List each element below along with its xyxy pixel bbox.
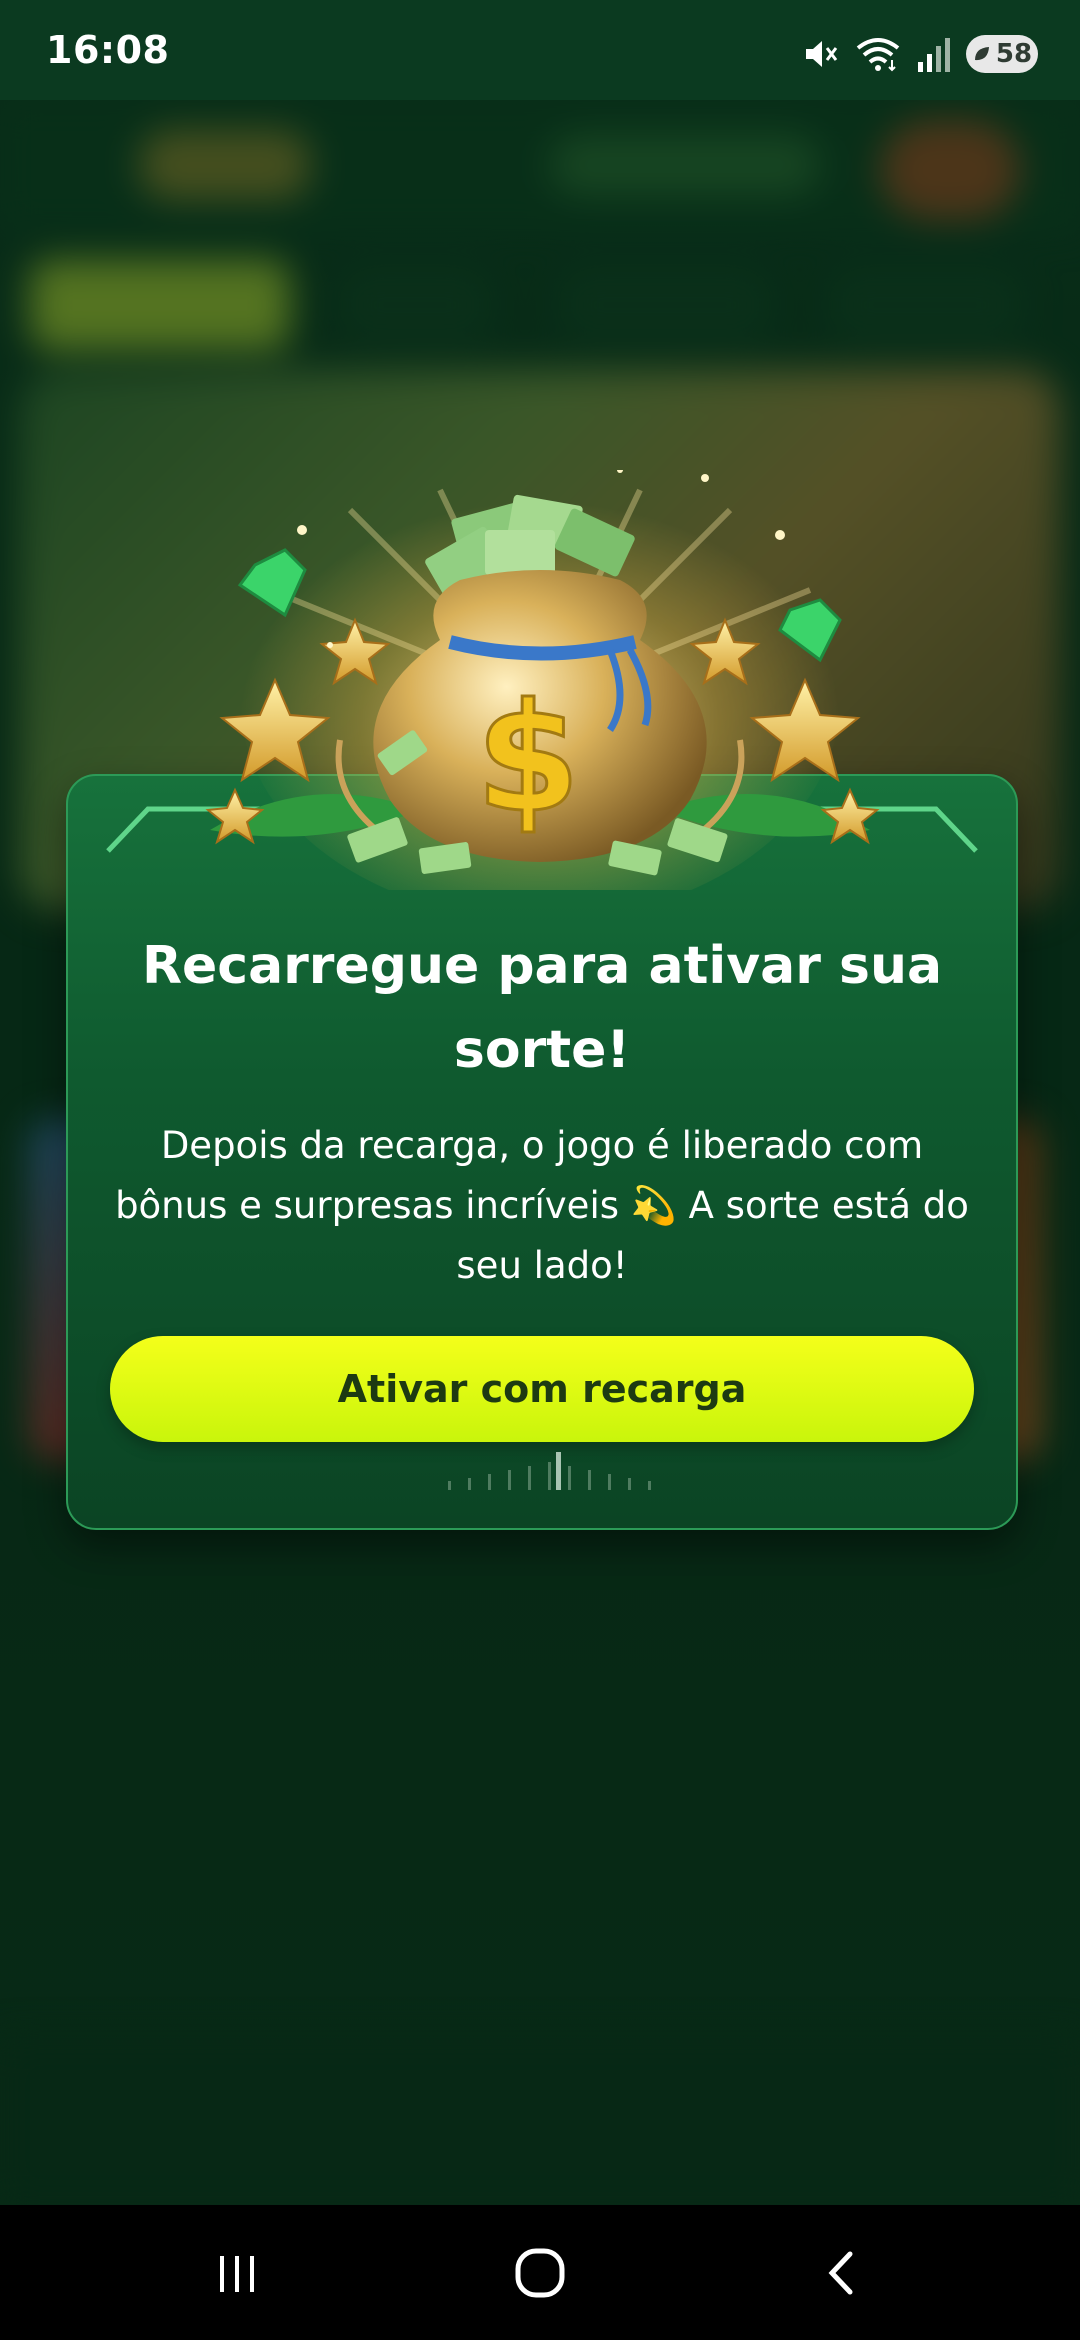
modal-title: Recarregue para ativar sua sorte! [141, 936, 943, 1080]
modal-message: Depois da recarga, o jogo é liberado com… [115, 1124, 969, 1287]
recent-apps-icon [220, 2255, 254, 2292]
system-navigation-bar [0, 2205, 1080, 2340]
status-bar: 16:08 58 [0, 0, 1080, 100]
money-bag-illustration: $ [205, 470, 880, 890]
back-icon [828, 2251, 853, 2294]
recent-apps-button[interactable] [177, 2225, 297, 2320]
battery-level: 58 [995, 39, 1033, 69]
home-button[interactable] [480, 2225, 600, 2320]
back-button[interactable] [783, 2225, 903, 2320]
signal-icon [918, 38, 950, 72]
battery-saver-icon [974, 47, 989, 61]
status-time: 16:08 [46, 28, 170, 72]
battery-indicator: 58 [966, 35, 1038, 73]
loading-indicator [448, 1452, 651, 1490]
dollar-sign-icon: $ [476, 672, 580, 846]
home-icon [515, 2248, 565, 2297]
wifi-icon [856, 38, 900, 72]
activate-recharge-button[interactable]: Ativar com recarga [110, 1336, 974, 1442]
mute-icon [806, 41, 838, 67]
status-icons: 58 [800, 30, 1038, 78]
